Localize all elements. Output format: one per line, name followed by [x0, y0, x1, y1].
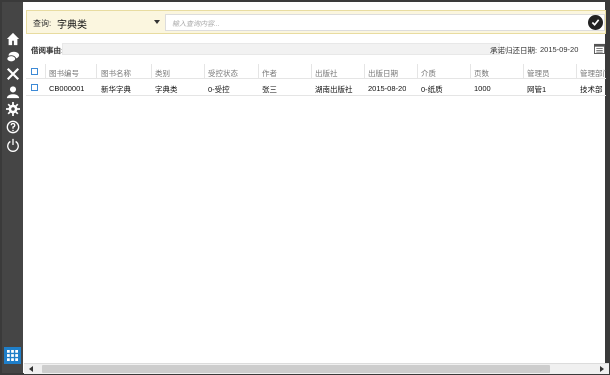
- cell-book-name: 新华字典: [101, 85, 131, 94]
- cell-publish-date: 2015-08-20: [368, 84, 407, 93]
- submit-button[interactable]: [588, 15, 603, 30]
- cell-admin-dept: 技术部: [580, 85, 603, 94]
- row-checkbox[interactable]: [31, 84, 38, 91]
- search-bar: 查询: 字典类 输入查询内容...: [26, 10, 606, 34]
- borrow-form: 借阅事由: 承诺归还日期: 2015-09-20: [26, 42, 606, 56]
- tools-icon[interactable]: [5, 66, 20, 81]
- cell-pages: 1000: [474, 84, 491, 93]
- horizontal-scrollbar[interactable]: [24, 363, 609, 374]
- search-input[interactable]: 输入查询内容...: [165, 14, 605, 31]
- gear-icon[interactable]: [5, 101, 20, 116]
- user-icon[interactable]: [5, 84, 20, 99]
- header-publisher[interactable]: 出版社: [315, 68, 338, 79]
- cell-category: 字典类: [155, 85, 178, 94]
- reason-label: 借阅事由:: [31, 46, 64, 55]
- chat-icon[interactable]: [5, 49, 20, 64]
- header-control-status[interactable]: 受控状态: [208, 68, 238, 79]
- check-icon: [591, 19, 600, 26]
- due-date-field[interactable]: 2015-09-20: [540, 45, 578, 54]
- header-pages[interactable]: 页数: [474, 68, 489, 79]
- category-select[interactable]: 字典类: [55, 15, 163, 31]
- header-category[interactable]: 类别: [155, 68, 170, 79]
- app-window: 查询: 字典类 输入查询内容... 借阅事由: 承诺归还日期: 2015-09-…: [0, 0, 610, 375]
- reason-input[interactable]: [62, 43, 500, 55]
- cell-publisher: 湖南出版社: [315, 85, 353, 94]
- cell-author: 张三: [262, 85, 277, 94]
- grid-icon[interactable]: [4, 347, 21, 364]
- cell-medium: 0-纸质: [421, 85, 443, 94]
- cell-admin: 网管1: [527, 85, 547, 94]
- header-admin-dept[interactable]: 管理部门: [580, 68, 606, 79]
- window-edge: [605, 2, 608, 373]
- chevron-down-icon: [154, 20, 160, 24]
- home-icon[interactable]: [5, 31, 20, 46]
- header-publish-date[interactable]: 出版日期: [368, 68, 398, 79]
- table-row[interactable]: CB000001 新华字典 字典类 0-受控 张三 湖南出版社 2015-08-…: [26, 80, 606, 96]
- header-author[interactable]: 作者: [262, 68, 277, 79]
- calendar-icon[interactable]: [594, 43, 605, 54]
- search-placeholder: 输入查询内容...: [172, 21, 220, 28]
- header-book-id[interactable]: 图书编号: [49, 68, 79, 79]
- cell-book-id: CB000001: [49, 84, 85, 93]
- sidebar: [2, 2, 23, 373]
- due-date-label: 承诺归还日期:: [490, 46, 538, 55]
- power-icon[interactable]: [5, 137, 20, 152]
- search-label: 查询:: [33, 19, 52, 28]
- category-value: 字典类: [57, 20, 87, 31]
- scroll-left-icon[interactable]: [29, 366, 33, 372]
- cell-control-status: 0-受控: [208, 85, 230, 94]
- header-medium[interactable]: 介质: [421, 68, 436, 79]
- header-admin[interactable]: 管理员: [527, 68, 550, 79]
- table-header: 图书编号 图书名称 类别 受控状态 作者 出版社 出版日期 介质 页数 管理员 …: [26, 64, 606, 79]
- scroll-right-icon[interactable]: [600, 366, 604, 372]
- scrollbar-thumb[interactable]: [42, 365, 550, 373]
- select-all-checkbox[interactable]: [31, 68, 38, 75]
- header-book-name[interactable]: 图书名称: [101, 68, 131, 79]
- help-icon[interactable]: [5, 119, 20, 134]
